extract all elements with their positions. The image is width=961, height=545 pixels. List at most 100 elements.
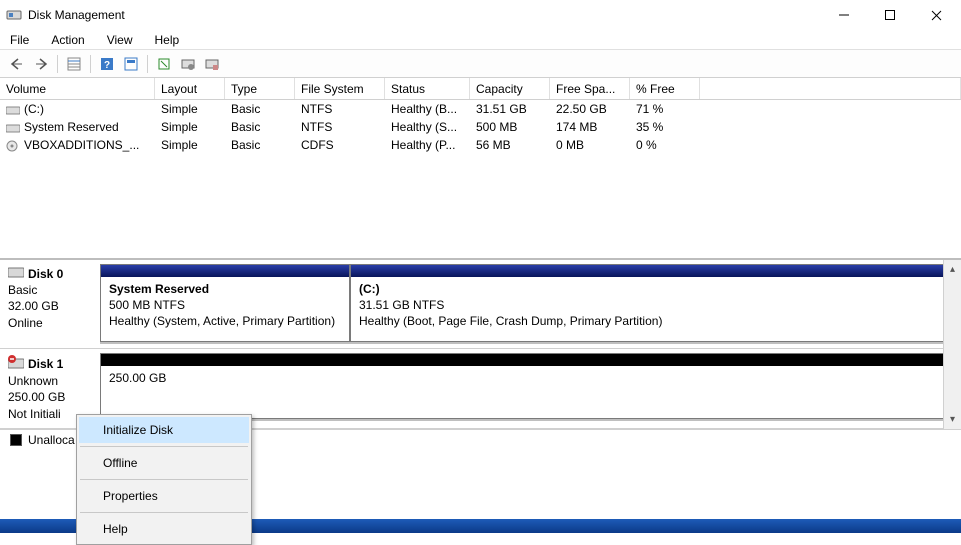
menu-item-initialize-disk[interactable]: Initialize Disk xyxy=(79,417,249,443)
volume-layout: Simple xyxy=(155,137,225,153)
volume-capacity: 31.51 GB xyxy=(470,101,550,117)
partition-status: Healthy (System, Active, Primary Partiti… xyxy=(109,313,341,329)
minimize-button[interactable] xyxy=(821,0,867,30)
volume-free: 0 MB xyxy=(550,137,630,153)
disk-name: Disk 0 xyxy=(28,266,63,282)
legend-label: Unalloca xyxy=(28,433,75,447)
volume-layout: Simple xyxy=(155,101,225,117)
partition-title: (C:) xyxy=(359,281,946,297)
menu-action[interactable]: Action xyxy=(47,31,88,49)
disk-row: Disk 0 Basic 32.00 GB Online System Rese… xyxy=(0,260,961,349)
partition-title: System Reserved xyxy=(109,281,341,297)
col-layout[interactable]: Layout xyxy=(155,78,225,99)
menu-item-help[interactable]: Help xyxy=(79,516,249,542)
disk-info[interactable]: Disk 0 Basic 32.00 GB Online xyxy=(0,260,100,348)
show-hide-tree-button[interactable] xyxy=(63,53,85,75)
menu-separator xyxy=(80,479,248,480)
volume-free: 174 MB xyxy=(550,119,630,135)
volume-fs: NTFS xyxy=(295,119,385,135)
volume-pct: 71 % xyxy=(630,101,700,117)
volume-capacity: 500 MB xyxy=(470,119,550,135)
context-menu: Initialize Disk Offline Properties Help xyxy=(76,414,252,545)
close-button[interactable] xyxy=(913,0,959,30)
svg-text:?: ? xyxy=(104,60,110,71)
volume-fs: NTFS xyxy=(295,101,385,117)
volume-list-header: Volume Layout Type File System Status Ca… xyxy=(0,78,961,100)
partition-stripe xyxy=(101,265,349,277)
volume-row[interactable]: (C:) Simple Basic NTFS Healthy (B... 31.… xyxy=(0,100,961,118)
disk-icon xyxy=(8,266,24,282)
maximize-button[interactable] xyxy=(867,0,913,30)
scroll-up-icon[interactable]: ▴ xyxy=(944,260,961,278)
partition-size: 250.00 GB xyxy=(109,370,946,386)
volume-list: (C:) Simple Basic NTFS Healthy (B... 31.… xyxy=(0,100,961,258)
volume-type: Basic xyxy=(225,101,295,117)
partition-status: Healthy (Boot, Page File, Crash Dump, Pr… xyxy=(359,313,946,329)
col-type[interactable]: Type xyxy=(225,78,295,99)
scrollbar[interactable]: ▴ ▾ xyxy=(943,260,961,429)
volume-name: (C:) xyxy=(24,102,44,116)
volume-pct: 35 % xyxy=(630,119,700,135)
forward-button[interactable] xyxy=(30,53,52,75)
toolbar: ? xyxy=(0,50,961,78)
app-icon xyxy=(6,7,22,23)
drive-icon xyxy=(6,104,20,114)
volume-row[interactable]: System Reserved Simple Basic NTFS Health… xyxy=(0,118,961,136)
col-pctfree[interactable]: % Free xyxy=(630,78,700,99)
col-volume[interactable]: Volume xyxy=(0,78,155,99)
partition-size: 500 MB NTFS xyxy=(109,297,341,313)
view-settings-button[interactable] xyxy=(120,53,142,75)
menubar: File Action View Help xyxy=(0,30,961,50)
back-button[interactable] xyxy=(6,53,28,75)
partition-size: 31.51 GB NTFS xyxy=(359,297,946,313)
menu-separator xyxy=(80,512,248,513)
disk-size: 32.00 GB xyxy=(8,298,92,314)
partition[interactable]: (C:) 31.51 GB NTFS Healthy (Boot, Page F… xyxy=(350,264,955,342)
disk-size: 250.00 GB xyxy=(8,389,92,405)
menu-help[interactable]: Help xyxy=(151,31,184,49)
volume-status: Healthy (P... xyxy=(385,137,470,153)
volume-capacity: 56 MB xyxy=(470,137,550,153)
drive-icon xyxy=(6,122,20,132)
volume-status: Healthy (B... xyxy=(385,101,470,117)
col-capacity[interactable]: Capacity xyxy=(470,78,550,99)
volume-layout: Simple xyxy=(155,119,225,135)
volume-name: VBOXADDITIONS_... xyxy=(24,138,139,152)
legend-swatch-unallocated xyxy=(10,434,22,446)
volume-type: Basic xyxy=(225,137,295,153)
window-controls xyxy=(821,0,959,30)
partition-unallocated[interactable]: 250.00 GB xyxy=(100,353,955,419)
menu-separator xyxy=(80,446,248,447)
col-blank xyxy=(700,78,961,99)
refresh-button[interactable] xyxy=(153,53,175,75)
volume-name: System Reserved xyxy=(24,120,119,134)
properties-button[interactable] xyxy=(201,53,223,75)
menu-item-properties[interactable]: Properties xyxy=(79,483,249,509)
volume-status: Healthy (S... xyxy=(385,119,470,135)
volume-fs: CDFS xyxy=(295,137,385,153)
volume-type: Basic xyxy=(225,119,295,135)
disk-warning-icon xyxy=(8,355,24,373)
help-button[interactable]: ? xyxy=(96,53,118,75)
volume-row[interactable]: VBOXADDITIONS_... Simple Basic CDFS Heal… xyxy=(0,136,961,154)
menu-file[interactable]: File xyxy=(6,31,33,49)
col-filesystem[interactable]: File System xyxy=(295,78,385,99)
volume-free: 22.50 GB xyxy=(550,101,630,117)
disk-type: Unknown xyxy=(8,373,92,389)
disc-icon xyxy=(6,140,20,150)
disk-type: Basic xyxy=(8,282,92,298)
col-freespace[interactable]: Free Spa... xyxy=(550,78,630,99)
partition-stripe xyxy=(351,265,954,277)
titlebar: Disk Management xyxy=(0,0,961,30)
menu-view[interactable]: View xyxy=(103,31,137,49)
partition-stripe xyxy=(101,354,954,366)
scroll-down-icon[interactable]: ▾ xyxy=(944,411,961,429)
disk-status: Online xyxy=(8,315,92,331)
partition[interactable]: System Reserved 500 MB NTFS Healthy (Sys… xyxy=(100,264,350,342)
rescan-button[interactable] xyxy=(177,53,199,75)
col-status[interactable]: Status xyxy=(385,78,470,99)
window-title: Disk Management xyxy=(28,8,821,22)
disk-name: Disk 1 xyxy=(28,356,63,372)
menu-item-offline[interactable]: Offline xyxy=(79,450,249,476)
volume-pct: 0 % xyxy=(630,137,700,153)
